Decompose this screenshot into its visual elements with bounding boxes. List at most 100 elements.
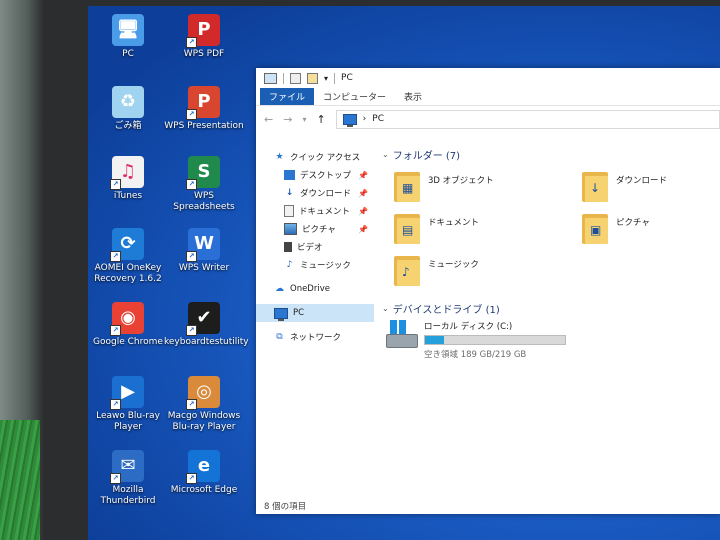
music-folder-icon: ♪ (394, 256, 420, 286)
nav-desktop[interactable]: デスクトップ 📌 (256, 166, 374, 184)
desktop-folder-icon (284, 170, 295, 180)
nav-quick-access[interactable]: ★ クイック アクセス (256, 148, 374, 166)
explorer-body: ★ クイック アクセス デスクトップ 📌 ↓ ダウンロード 📌 ドキュメント 📌 (256, 138, 720, 498)
address-bar[interactable]: › PC (335, 109, 720, 129)
drive-c[interactable]: ローカル ディスク (C:) 空き領域 189 GB/219 GB (386, 320, 566, 360)
video-icon (284, 242, 292, 252)
3d-objects-folder-icon: ▦ (394, 172, 420, 202)
back-arrow-icon[interactable]: ← (264, 113, 273, 126)
recycle-bin-icon: ♻ (112, 86, 144, 118)
desktop-icon[interactable]: ⟳ ↗ AOMEI OneKey Recovery 1.6.2 (88, 228, 168, 285)
desktop-icon-label: WPS Spreadsheets (173, 191, 235, 212)
desktop-icon-label: Macgo Windows Blu-ray Player (167, 411, 241, 432)
documents-folder-icon: ▤ (394, 214, 420, 244)
microsoft-edge-icon: e ↗ (186, 450, 220, 484)
desktop-icon[interactable]: S ↗ WPS Spreadsheets (164, 156, 244, 213)
nav-label: ネットワーク (290, 333, 342, 343)
recent-locations-icon[interactable]: ▾ (302, 115, 306, 124)
folder-item[interactable]: ▦ 3D オブジェクト (394, 172, 494, 202)
desktop-icon-label: iTunes (113, 191, 143, 201)
tab-computer[interactable]: コンピューター (314, 88, 395, 105)
shortcut-arrow-icon: ↗ (110, 399, 121, 410)
titlebar-separator (334, 72, 336, 84)
titlebar-separator (283, 72, 284, 84)
shortcut-arrow-icon: ↗ (186, 37, 197, 48)
nav-label: ミュージック (300, 261, 351, 271)
nav-pictures[interactable]: ピクチャ 📌 (256, 220, 374, 238)
nav-label: デスクトップ (300, 171, 352, 181)
title-bar[interactable]: ▾ PC (256, 68, 720, 88)
nav-pc[interactable]: PC (256, 304, 374, 322)
file-explorer-window[interactable]: ▾ PC ファイル コンピューター 表示 ← → ▾ ↑ › PC ★ クイック… (256, 68, 720, 514)
desktop-icon[interactable]: W ↗ WPS Writer (164, 228, 244, 274)
shortcut-arrow-icon: ↗ (186, 251, 197, 262)
desktop-icon[interactable]: 🖥 PC (88, 14, 168, 60)
downloads-folder-icon: ↓ (582, 172, 608, 202)
desktop-icon[interactable]: ♫ ↗ iTunes (88, 156, 168, 202)
folders-section-header[interactable]: ⌄ フォルダー (7) (382, 144, 720, 164)
desktop-icon-label: Mozilla Thunderbird (100, 485, 156, 506)
pin-icon: 📌 (358, 188, 368, 198)
folder-label: ダウンロード (616, 176, 668, 186)
nav-network[interactable]: ⧉ ネットワーク (256, 328, 374, 346)
pictures-folder-icon: ▣ (582, 214, 608, 244)
navigation-pane: ★ クイック アクセス デスクトップ 📌 ↓ ダウンロード 📌 ドキュメント 📌 (256, 138, 374, 498)
desktop-icon[interactable]: P ↗ WPS Presentation (164, 86, 244, 132)
nav-videos[interactable]: ビデオ (256, 238, 374, 256)
desktop: 🖥 PC P ↗ WPS PDF ♻ ごみ箱 P ↗ WPS Presentation ♫ ↗ iTun… (88, 6, 720, 540)
download-arrow-icon: ↓ (285, 188, 294, 198)
address-text: PC (372, 114, 384, 124)
monitor-bezel (44, 0, 88, 540)
background-grass (0, 420, 40, 540)
shortcut-arrow-icon: ↗ (186, 325, 197, 336)
up-arrow-icon[interactable]: ↑ (316, 113, 325, 126)
nav-label: ドキュメント (299, 207, 351, 217)
navigation-bar: ← → ▾ ↑ › PC (256, 106, 720, 132)
customize-toolbar-icon[interactable]: ▾ (324, 74, 328, 83)
new-folder-icon[interactable] (307, 72, 318, 84)
shortcut-arrow-icon: ↗ (186, 473, 197, 484)
status-bar-item-count: 8 個の項目 (264, 502, 307, 512)
desktop-icon[interactable]: ✉ ↗ Mozilla Thunderbird (88, 450, 168, 507)
forward-arrow-icon[interactable]: → (283, 113, 292, 126)
folder-label: ピクチャ (616, 218, 650, 228)
nav-music[interactable]: ♪ ミュージック (256, 256, 374, 274)
nav-downloads[interactable]: ↓ ダウンロード 📌 (256, 184, 374, 202)
desktop-icon[interactable]: P ↗ WPS PDF (164, 14, 244, 60)
drives-section-header[interactable]: ⌄ デバイスとドライブ (1) (382, 298, 500, 318)
folder-label: ドキュメント (428, 218, 480, 228)
nav-documents[interactable]: ドキュメント 📌 (256, 202, 374, 220)
ribbon-tabs: ファイル コンピューター 表示 (256, 88, 720, 106)
desktop-icon-label: WPS Presentation (164, 121, 244, 131)
desktop-icon[interactable]: ◉ ↗ Google Chrome (88, 302, 168, 348)
folder-item[interactable]: ▤ ドキュメント (394, 214, 479, 244)
cloud-icon: ☁ (275, 284, 284, 294)
desktop-icon-label: PC (122, 49, 134, 59)
desktop-icon[interactable]: ◎ ↗ Macgo Windows Blu-ray Player (164, 376, 244, 433)
folder-item[interactable]: ▣ ピクチャ (582, 214, 650, 244)
nav-onedrive[interactable]: ☁ OneDrive (256, 280, 374, 298)
wps-presentation-icon: P ↗ (186, 86, 220, 120)
desktop-icon[interactable]: ▶ ↗ Leawo Blu-ray Player (88, 376, 168, 433)
desktop-icon[interactable]: e ↗ Microsoft Edge (164, 450, 244, 496)
folder-item[interactable]: ↓ ダウンロード (582, 172, 667, 202)
drive-free-space: 空き領域 189 GB/219 GB (424, 350, 527, 360)
folders-grid: ▦ 3D オブジェクト ↓ ダウンロード ▤ ドキュメント ▣ ピクチャ ♪ ミュージック (382, 164, 720, 302)
wps-pdf-icon: P ↗ (186, 14, 220, 48)
pin-icon: 📌 (358, 206, 368, 216)
window-title: PC (341, 73, 353, 83)
folder-item[interactable]: ♪ ミュージック (394, 256, 479, 286)
desktop-icon-label: Google Chrome (93, 337, 163, 347)
nav-label: クイック アクセス (290, 153, 361, 163)
desktop-icon[interactable]: ♻ ごみ箱 (88, 86, 168, 132)
keyboard-test-icon: ✔ ↗ (186, 302, 220, 336)
tab-view[interactable]: 表示 (395, 88, 431, 105)
tab-file[interactable]: ファイル (260, 88, 315, 105)
shortcut-arrow-icon: ↗ (110, 473, 121, 484)
desktop-icon[interactable]: ✔ ↗ keyboardtestutility (164, 302, 249, 348)
properties-icon[interactable] (290, 72, 301, 84)
shortcut-arrow-icon: ↗ (110, 251, 121, 262)
pc-icon: 🖥 (112, 14, 144, 46)
section-title: デバイスとドライブ (1) (392, 304, 500, 316)
leawo-player-icon: ▶ ↗ (110, 376, 144, 410)
